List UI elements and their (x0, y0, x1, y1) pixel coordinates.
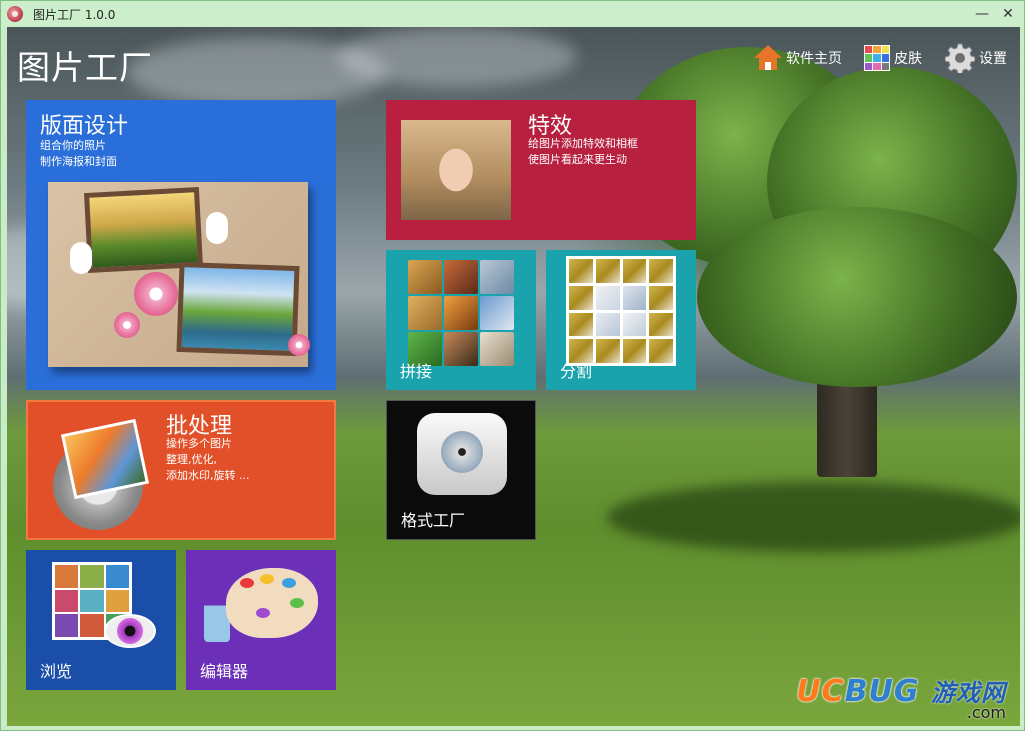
tile-label: 拼接 (400, 362, 433, 381)
flower-decoration (114, 312, 140, 338)
scrapbook-collage-image (48, 182, 310, 367)
close-button[interactable]: ✕ (995, 3, 1021, 25)
portrait-photo (401, 120, 511, 220)
tile-title: 版面设计 (40, 114, 129, 139)
tile-label: 编辑器 (200, 662, 249, 681)
app-heading: 图片工厂 (17, 48, 153, 87)
bunny-decoration (70, 242, 92, 274)
tile-splice[interactable]: 拼接 (386, 250, 536, 390)
tile-batch-processing[interactable]: 批处理 操作多个图片 整理,优化, 添加水印,旋转 ... (26, 400, 336, 540)
paint-palette-icon (226, 568, 318, 638)
format-factory-icon (417, 413, 507, 495)
tile-label: 浏览 (40, 662, 73, 681)
tile-label: 分割 (560, 362, 593, 381)
tile-format-factory[interactable]: 格式工厂 (386, 400, 536, 540)
tile-desc-line1: 给图片添加特效和相框 (528, 137, 638, 150)
lake-photo (176, 261, 300, 357)
window-title: 图片工厂 1.0.0 (33, 7, 116, 22)
watermark-brand-a: UC (796, 674, 845, 709)
main-area: 图片工厂 软件主页 皮肤 设置 版面设计 组合你的照片 制作海报和封面 特效 给… (7, 27, 1020, 726)
tile-desc-line1: 组合你的照片 (40, 139, 106, 152)
tile-browse[interactable]: 浏览 (26, 550, 176, 690)
tile-desc-line2: 整理,优化, (166, 453, 217, 466)
app-flower-icon (7, 6, 23, 22)
flower-decoration (288, 334, 310, 356)
watermark-brand-b: BUG (844, 674, 920, 709)
tile-layout-design[interactable]: 版面设计 组合你的照片 制作海报和封面 (26, 100, 336, 390)
title-bar[interactable]: 图片工厂 1.0.0 — ✕ (1, 1, 1024, 27)
settings-button[interactable]: 设置 (944, 43, 1007, 75)
tile-effects[interactable]: 特效 给图片添加特效和相框 使图片看起来更生动 (386, 100, 696, 240)
bunny-decoration (206, 212, 228, 244)
tile-desc-line2: 使图片看起来更生动 (528, 153, 627, 166)
background-cloud (337, 27, 577, 87)
split-photo-preview (566, 256, 676, 366)
tile-desc-line3: 添加水印,旋转 ... (166, 469, 250, 482)
skin-label: 皮肤 (894, 51, 922, 67)
animal-photo-grid (408, 260, 514, 366)
flower-decoration (134, 272, 178, 316)
tree-photo (83, 187, 204, 273)
eye-icon (104, 614, 156, 648)
tile-editor[interactable]: 编辑器 (186, 550, 336, 690)
tile-desc-line1: 操作多个图片 (166, 437, 232, 450)
tree-shadow (607, 482, 1020, 552)
gear-icon (944, 43, 976, 75)
tile-label: 格式工厂 (401, 511, 466, 530)
software-home-link[interactable]: 软件主页 (754, 43, 842, 73)
skin-button[interactable]: 皮肤 (864, 43, 922, 73)
settings-label: 设置 (979, 51, 1007, 67)
tile-desc-line2: 制作海报和封面 (40, 155, 117, 168)
tree-canopy (697, 207, 1017, 387)
batch-gear-icon (43, 418, 153, 530)
site-watermark: UCBUG 游戏网 .com (796, 673, 1006, 722)
home-icon (754, 45, 782, 71)
minimize-button[interactable]: — (969, 3, 995, 25)
app-window: 图片工厂 1.0.0 — ✕ 图片工厂 软件主页 皮肤 设置 版面设计 组合你的… (0, 0, 1025, 731)
skin-palette-icon (864, 45, 890, 71)
tile-split[interactable]: 分割 (546, 250, 696, 390)
software-home-label: 软件主页 (786, 51, 842, 67)
